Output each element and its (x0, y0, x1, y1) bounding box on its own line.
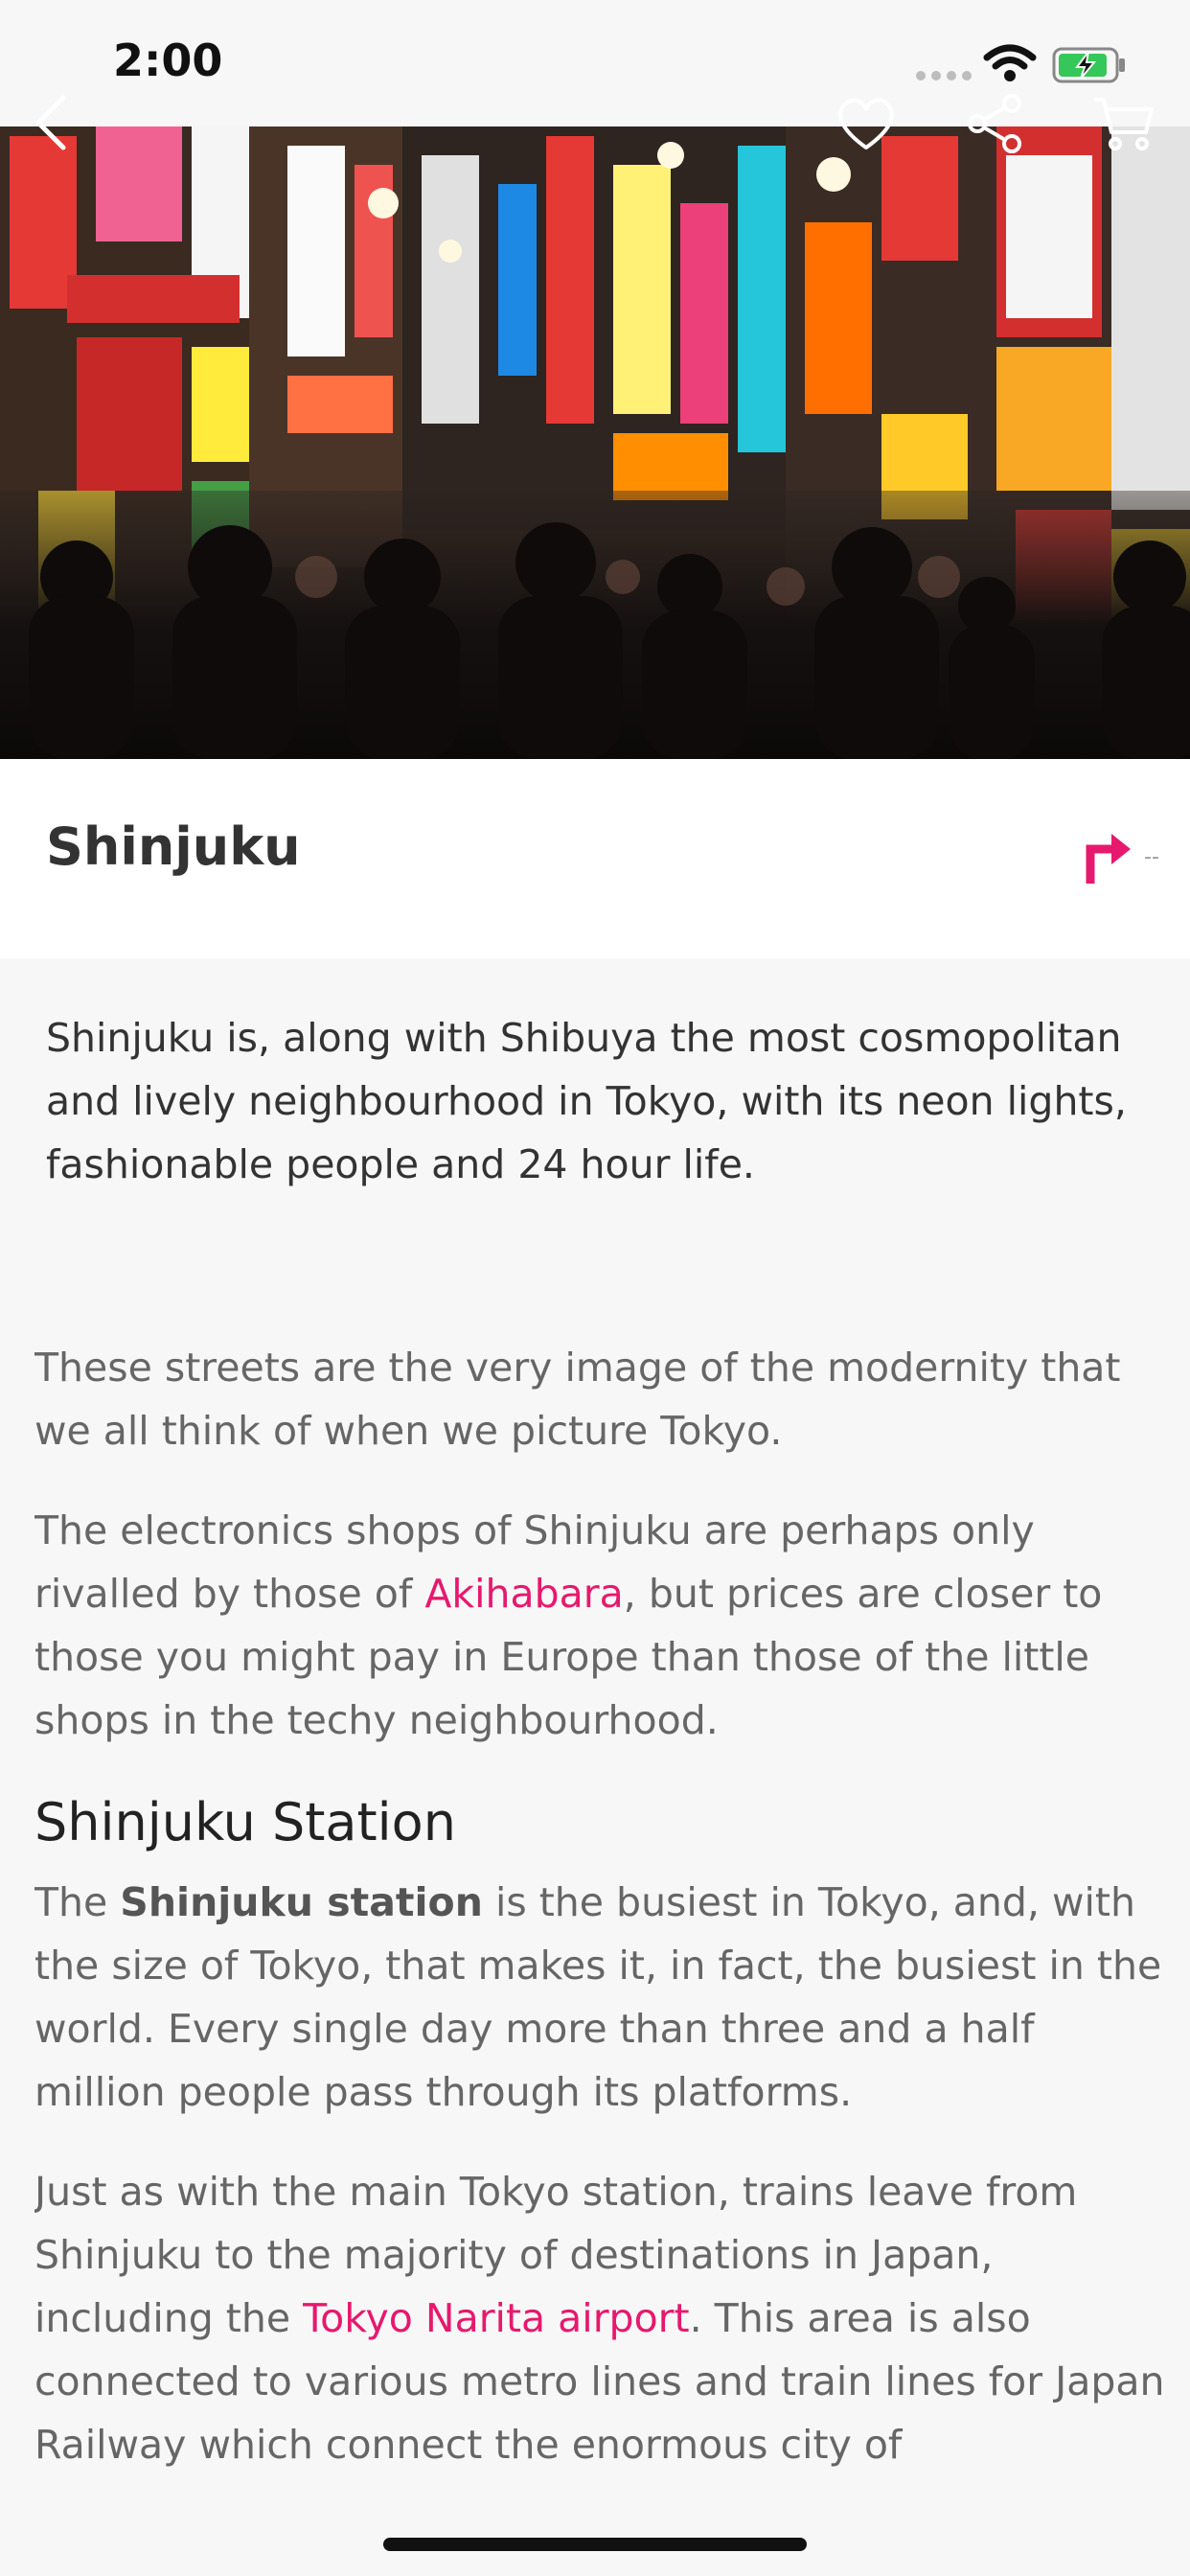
akihabara-link[interactable]: Akihabara (424, 1571, 623, 1617)
title-card: Shinjuku (0, 759, 1190, 958)
narita-airport-link[interactable]: Tokyo Narita airport (303, 2295, 690, 2341)
paragraph-3-text-a: The (34, 1879, 121, 1925)
wifi-icon (983, 44, 1037, 81)
cart-icon[interactable] (1092, 94, 1156, 153)
paragraph-1: These streets are the very image of the … (34, 1345, 1121, 1454)
place-title: Shinjuku (46, 816, 301, 877)
paragraph-2: The electronics shops of Shinjuku are pe… (34, 1499, 1165, 1752)
intro-text: Shinjuku is, along with Shibuya the most… (46, 1015, 1127, 1187)
hero-image (0, 126, 1190, 759)
paragraph-3: The Shinjuku station is the busiest in T… (34, 1871, 1165, 2124)
shinjuku-station-strong: Shinjuku station (120, 1879, 483, 1925)
paragraph-4: Just as with the main Tokyo station, tra… (34, 2160, 1165, 2472)
battery-icon (1052, 47, 1125, 83)
back-icon[interactable] (29, 92, 73, 153)
distance-text: -- (1144, 845, 1159, 869)
heart-icon[interactable] (835, 96, 897, 151)
directions-icon[interactable] (1081, 826, 1134, 887)
article-content: These streets are the very image of the … (34, 1336, 1165, 2472)
status-time: 2:00 (113, 34, 223, 86)
cellular-signal-icon (916, 71, 972, 80)
section-heading: Shinjuku Station (34, 1792, 456, 1852)
home-indicator[interactable] (383, 2538, 807, 2551)
share-icon[interactable] (964, 92, 1027, 155)
